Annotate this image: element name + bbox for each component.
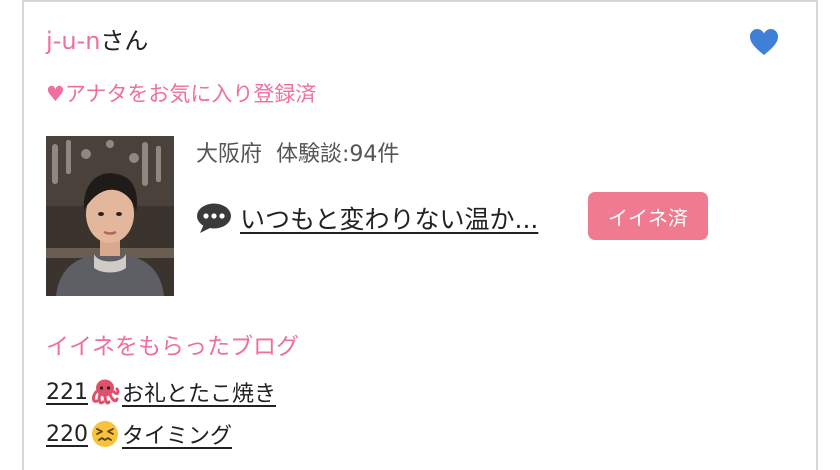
favorite-status: ♥アナタをお気に入り登録済 — [46, 82, 317, 106]
profile-meta: 大阪府 体験談:94件 — [196, 140, 399, 170]
confounded-face-icon — [92, 421, 118, 447]
experience-count[interactable]: 体験談:94件 — [276, 142, 399, 167]
blog-title: タイミング — [122, 424, 233, 449]
heart-icon[interactable] — [748, 26, 780, 58]
blog-item[interactable]: 220 タイミング — [46, 418, 232, 450]
blog-item[interactable]: 221 お礼とたこ焼き — [46, 376, 276, 408]
user-card: j-u-nさん ♥アナタをお気に入り登録済 大阪府 体験談:94件 いつもと変わ… — [22, 0, 818, 470]
blog-number: 221 — [46, 379, 88, 405]
honorific: さん — [100, 27, 149, 55]
avatar[interactable] — [46, 136, 174, 296]
latest-review-row: いつもと変わりない温か... — [196, 198, 538, 238]
iine-button[interactable]: イイネ済 — [588, 192, 708, 240]
blog-title: お礼とたこ焼き — [122, 382, 277, 407]
octopus-icon — [92, 379, 120, 405]
speech-bubble-icon — [197, 203, 231, 233]
latest-review-link[interactable]: いつもと変わりない温か... — [240, 200, 538, 236]
prefecture: 大阪府 — [196, 142, 263, 167]
username-row: j-u-nさん — [46, 24, 148, 58]
blog-number: 220 — [46, 421, 88, 447]
username-link[interactable]: j-u-n — [46, 27, 100, 55]
liked-blogs-heading: イイネをもらったブログ — [46, 334, 299, 360]
